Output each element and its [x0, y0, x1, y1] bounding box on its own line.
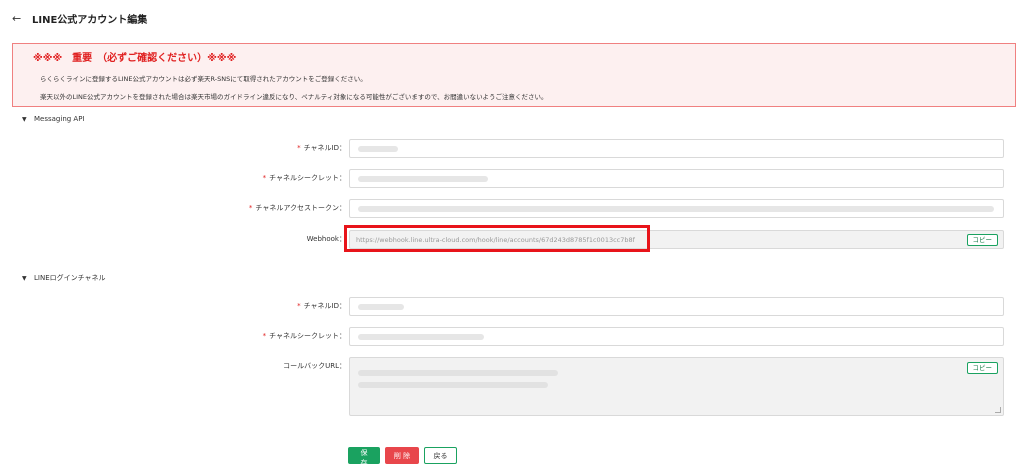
- login-channel-id-label: * チャネルID：: [297, 302, 346, 310]
- redacted-value: [358, 304, 404, 310]
- callback-url-label: コールバックURL：: [283, 362, 346, 370]
- login-channel-secret-label: * チャネルシークレット：: [262, 332, 346, 340]
- redacted-value: [358, 370, 558, 376]
- caret-down-icon: ▼: [22, 274, 27, 282]
- login-channel-id-input[interactable]: [349, 297, 1004, 316]
- alert-line-2: 楽天以外のLINE公式アカウントを登録された場合は楽天市場のガイドライン違反にな…: [40, 93, 548, 101]
- save-button[interactable]: 保 存: [348, 447, 380, 467]
- section-line-login[interactable]: ▼ LINEログインチャネル: [22, 273, 106, 283]
- required-mark: *: [262, 174, 267, 182]
- access-token-label: * チャネルアクセストークン：: [248, 204, 346, 212]
- channel-secret-label: * チャネルシークレット：: [262, 174, 346, 182]
- redacted-value: [358, 382, 548, 388]
- login-channel-secret-input[interactable]: [349, 327, 1004, 346]
- required-mark: *: [262, 332, 267, 340]
- redacted-value: [358, 206, 994, 212]
- access-token-input[interactable]: [349, 199, 1004, 218]
- redacted-value: [358, 176, 488, 182]
- required-mark: *: [248, 204, 253, 212]
- delete-button[interactable]: 削 除: [385, 447, 419, 464]
- required-mark: *: [297, 144, 301, 152]
- resize-handle[interactable]: [995, 407, 1001, 413]
- callback-copy-button[interactable]: コピー: [966, 362, 998, 374]
- alert-title: ※※※ 重要 （必ずご確認ください）※※※: [33, 53, 237, 64]
- section-messaging-api[interactable]: ▼ Messaging API: [22, 115, 85, 123]
- page-header: ← LINE公式アカウント編集: [12, 9, 147, 27]
- webhook-highlight-box: [344, 225, 650, 252]
- section-label: Messaging API: [34, 115, 85, 123]
- channel-id-input[interactable]: [349, 139, 1004, 158]
- important-alert: ※※※ 重要 （必ずご確認ください）※※※ らくらくラインに登録するLINE公式…: [12, 43, 1016, 107]
- redacted-value: [358, 146, 398, 152]
- caret-down-icon: ▼: [22, 115, 27, 123]
- webhook-label: Webhook：: [306, 235, 346, 243]
- required-mark: *: [297, 302, 301, 310]
- form-actions: 保 存 削 除 戻る: [348, 447, 457, 467]
- alert-line-1: らくらくラインに登録するLINE公式アカウントは必ず楽天R-SNSにて取得された…: [40, 75, 367, 83]
- page-title: LINE公式アカウント編集: [32, 14, 148, 26]
- channel-secret-input[interactable]: [349, 169, 1004, 188]
- callback-url-textarea[interactable]: コピー: [349, 357, 1004, 416]
- back-arrow-icon[interactable]: ←: [12, 12, 26, 25]
- section-label: LINEログインチャネル: [34, 274, 106, 282]
- webhook-copy-button[interactable]: コピー: [966, 234, 998, 246]
- redacted-value: [358, 334, 484, 340]
- back-button[interactable]: 戻る: [424, 447, 457, 464]
- channel-id-label: * チャネルID：: [297, 144, 346, 152]
